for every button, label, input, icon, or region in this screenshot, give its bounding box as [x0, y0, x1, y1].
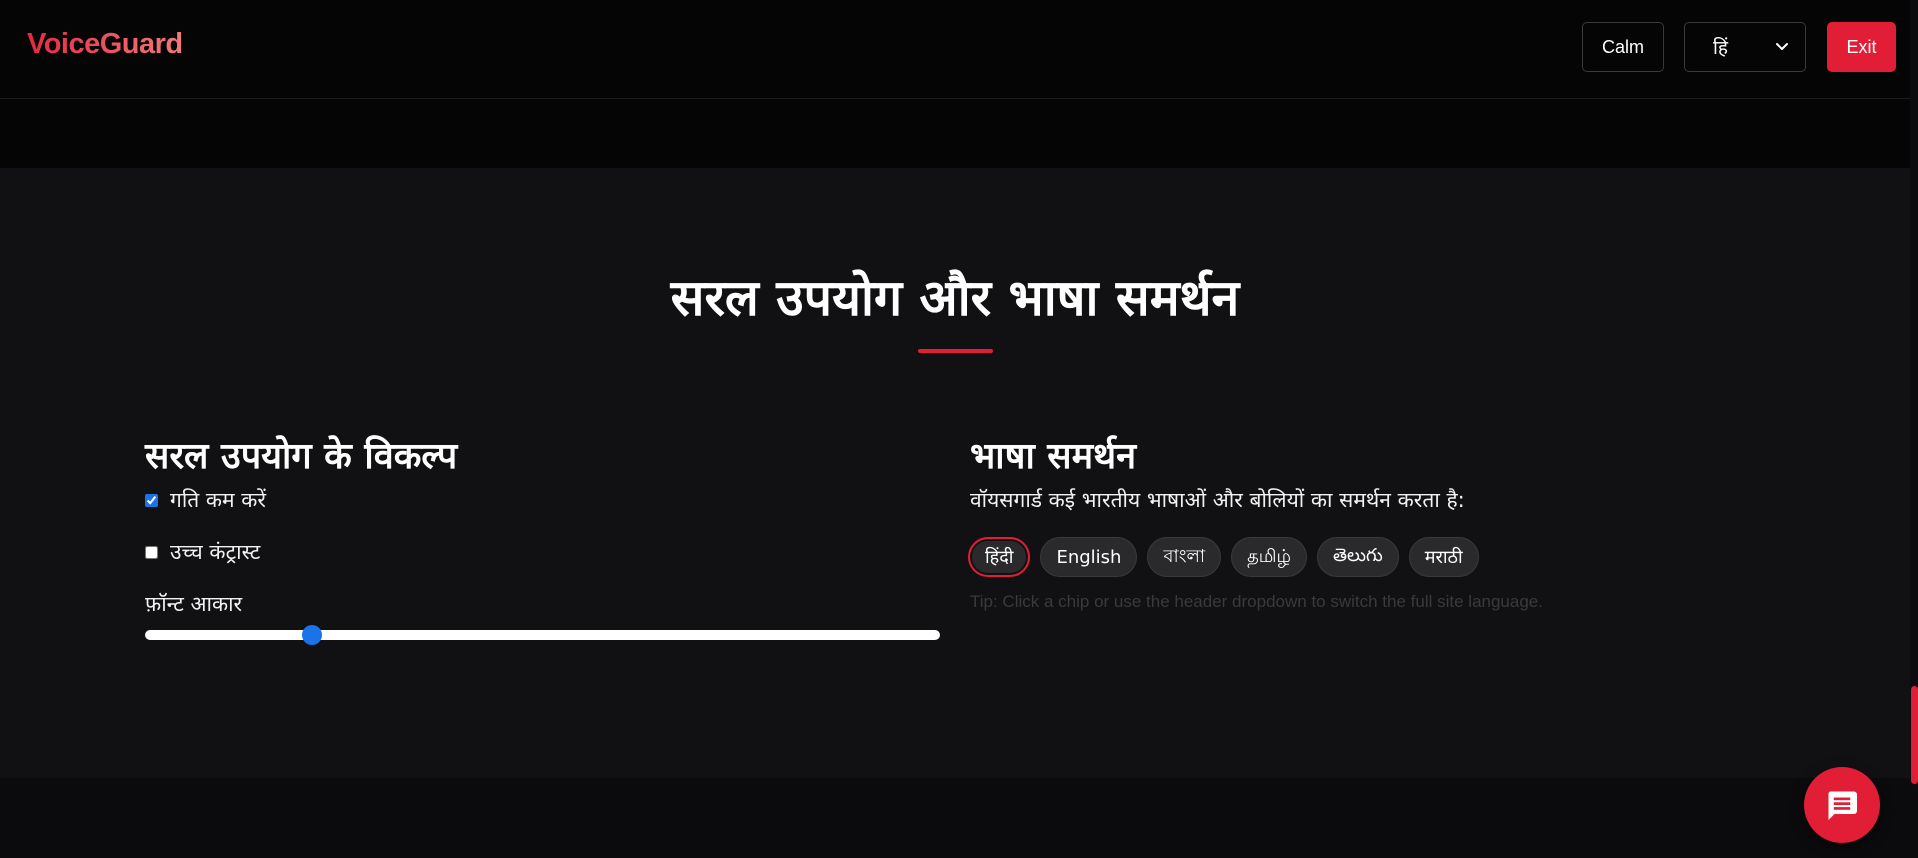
site-header: VoiceGuard Calm हिं Exit [0, 0, 1910, 99]
reduce-motion-checkbox[interactable] [145, 493, 158, 507]
language-chips: हिंदी English বাংলা தமிழ் తెలుగు मराठी [968, 537, 1479, 577]
accessibility-heading: सरल उपयोग के विकल्प [145, 435, 458, 477]
chevron-down-icon [1776, 43, 1788, 50]
exit-button[interactable]: Exit [1827, 22, 1896, 72]
chip-telugu[interactable]: తెలుగు [1317, 537, 1399, 577]
font-size-slider[interactable] [145, 625, 940, 645]
chat-button[interactable] [1804, 767, 1880, 843]
calm-mode-button[interactable]: Calm [1582, 22, 1664, 72]
reduce-motion-label: गति कम करें [170, 488, 266, 512]
section-title: सरल उपयोग और भाषा समर्थन [670, 268, 1240, 327]
high-contrast-option[interactable]: उच्च कंट्रास्ट [145, 538, 260, 566]
high-contrast-label: उच्च कंट्रास्ट [170, 540, 261, 564]
font-size-label: फ़ॉन्ट आकार [145, 592, 243, 616]
header-spacer-band [0, 99, 1910, 168]
title-underline [918, 349, 993, 353]
chip-marathi[interactable]: मराठी [1408, 537, 1479, 577]
brand-logo[interactable]: VoiceGuard [27, 28, 183, 61]
language-description: वॉयसगार्ड कई भारतीय भाषाओं और बोलियों का… [970, 488, 1465, 512]
scrollbar-thumb[interactable] [1911, 686, 1918, 784]
language-heading: भाषा समर्थन [970, 435, 1137, 477]
font-size-slider-thumb[interactable] [301, 625, 322, 645]
chip-english[interactable]: English [1040, 537, 1138, 577]
chip-bengali[interactable]: বাংলা [1147, 537, 1222, 577]
language-tip: Tip: Click a chip or use the header drop… [970, 592, 1543, 611]
chat-bubble-icon [1828, 791, 1857, 820]
high-contrast-checkbox[interactable] [145, 545, 158, 559]
language-select-value: हिं [1713, 37, 1729, 59]
reduce-motion-option[interactable]: गति कम करें [145, 486, 266, 514]
chip-tamil[interactable]: தமிழ் [1231, 537, 1308, 577]
chip-hindi[interactable]: हिंदी [968, 537, 1031, 577]
language-select[interactable]: हिं [1684, 22, 1806, 72]
